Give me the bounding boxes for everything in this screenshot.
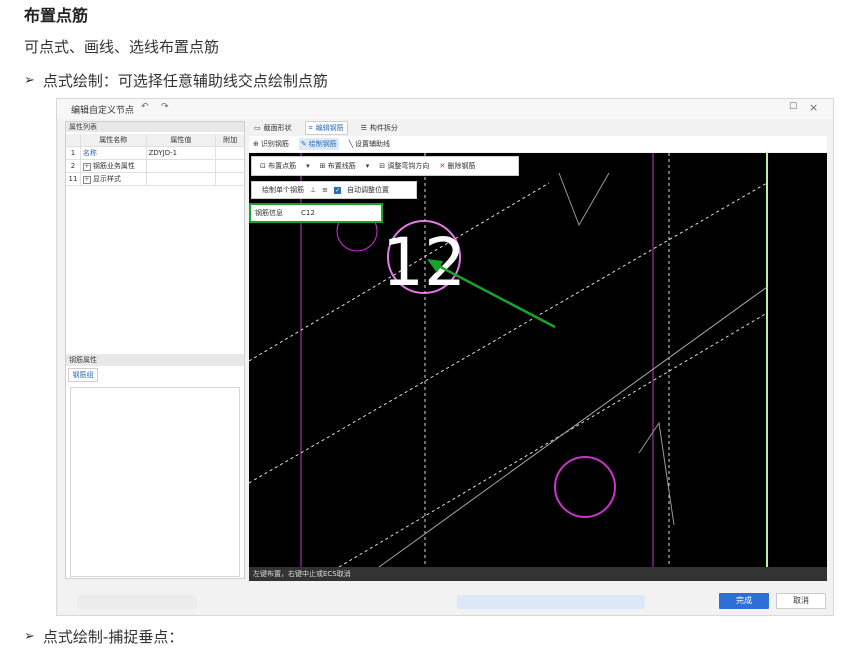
identify-rebar-button[interactable]: ⊕ 识别钢筋: [253, 139, 289, 149]
property-table: 属性名称 属性值 附加 1 名称 ZDYJD-1 2 + 钢筋业务属性 11 + 显…: [66, 134, 244, 186]
draw-rebar-button[interactable]: ✎ 绘制钢筋: [298, 138, 339, 150]
identify-icon: ⊕: [253, 140, 259, 148]
doc-bullet-2-text: 点式绘制-捕捉垂点：: [42, 628, 184, 646]
blurred-area: [457, 595, 645, 609]
place-point-button[interactable]: ⊡ 布置点筋: [260, 161, 296, 171]
doc-bullet-2: ➢ 点式绘制-捕捉垂点：: [24, 626, 183, 647]
doc-bullet-1-text: 点式绘制：可选择任意辅助线交点绘制点筋: [42, 72, 328, 90]
draw-icon: ✎: [300, 140, 307, 148]
editor-window: 编辑自定义节点 ↶ ↷ ☐ × 属性列表 属性名称 属性值 附加 1 名称 ZD…: [56, 98, 834, 616]
draw-options-toolbar: 绘制单个钢筋 ⊥ ≡ ✓ 自动调整位置: [251, 181, 417, 199]
rebar-icon: ⌗: [308, 123, 313, 132]
point-rebar-icon: ⊡: [260, 162, 266, 170]
doc-bullet-1: ➢ 点式绘制：可选择任意辅助线交点绘制点筋: [24, 70, 328, 91]
doc-title: 布置点筋: [24, 6, 89, 25]
perpendicular-icon[interactable]: ⊥: [310, 186, 316, 194]
main-tabs: ▭ 截面形状 ⌗ 编辑钢筋 ☰ 构件拆分: [251, 121, 401, 135]
title-bar: 编辑自定义节点 ↶ ↷ ☐ ×: [57, 99, 833, 119]
outline-line: [378, 286, 768, 567]
tab-edit-rebar[interactable]: ⌗ 编辑钢筋: [304, 121, 348, 135]
arrow-right-icon: ➢: [24, 73, 35, 88]
draw-single-button[interactable]: 绘制单个钢筋: [262, 185, 304, 195]
expand-icon[interactable]: +: [82, 176, 91, 184]
window-title: 编辑自定义节点: [71, 106, 135, 116]
auto-adjust-checkbox[interactable]: ✓: [333, 186, 341, 194]
column-header: 属性名称: [81, 134, 147, 146]
rebar-toolbar: ⊡ 布置点筋 ▾ ⊞ 布置线筋 ▾ ⊟ 调整弯钩方向 ✕ 删除钢筋: [251, 156, 519, 176]
redo-icon[interactable]: ↷: [161, 102, 169, 112]
property-list-title: 属性列表: [66, 122, 244, 132]
arrow-right-icon: ➢: [24, 629, 35, 644]
guide-line: [249, 182, 768, 484]
blurred-area: [77, 595, 197, 609]
dropdown-icon[interactable]: ▾: [366, 162, 370, 170]
rebar-group-area: [70, 387, 240, 577]
expand-icon[interactable]: +: [82, 163, 91, 171]
tab-rebar-group[interactable]: 钢筋组: [68, 368, 98, 382]
delete-icon: ✕: [439, 162, 446, 170]
table-header: 属性名称 属性值 附加: [66, 134, 244, 147]
rebar-label: 12: [382, 224, 466, 301]
cancel-button[interactable]: 取消: [776, 593, 826, 609]
adjust-hook-button[interactable]: ⊟ 调整弯钩方向: [379, 161, 429, 171]
finish-button[interactable]: 完成: [719, 593, 769, 609]
section-icon: ▭: [254, 124, 261, 132]
hook-icon: ⊟: [379, 162, 386, 170]
rebar-info-input[interactable]: C12: [301, 209, 315, 217]
doc-subtitle: 可点式、画线、选线布置点筋: [24, 38, 220, 56]
rebar-info-label: 钢筋信息: [255, 209, 283, 217]
rebar-props-title: 钢筋属性: [66, 354, 244, 366]
sub-toolbar: ⊕ 识别钢筋 ✎ 绘制钢筋 ╲ 设置辅助线: [249, 136, 827, 152]
drawing-canvas[interactable]: 12 ⊡ 布置点筋 ▾ ⊞ 布置线筋 ▾ ⊟ 调整弯钩方向 ✕ 删除钢筋 绘制单…: [249, 153, 827, 567]
tab-section-shape[interactable]: ▭ 截面形状: [251, 122, 295, 134]
place-line-button[interactable]: ⊞ 布置线筋: [320, 161, 356, 171]
guideline-icon: ╲: [348, 140, 353, 148]
dropdown-icon[interactable]: ▾: [306, 162, 310, 170]
rebar-info-field[interactable]: 钢筋信息 C12: [249, 203, 383, 223]
outline-shape: [558, 172, 610, 227]
maximize-icon[interactable]: ☐: [789, 102, 797, 112]
tab-split[interactable]: ☰ 构件拆分: [358, 122, 401, 134]
table-row[interactable]: 2 + 钢筋业务属性: [66, 160, 244, 173]
column-header: 附加: [223, 136, 238, 144]
property-panel: 属性列表 属性名称 属性值 附加 1 名称 ZDYJD-1 2 +钢筋业务属性: [65, 121, 245, 579]
auto-adjust-label: 自动调整位置: [346, 186, 389, 194]
set-guideline-button[interactable]: ╲ 设置辅助线: [349, 139, 390, 149]
parallel-icon[interactable]: ≡: [322, 186, 328, 194]
close-icon[interactable]: ×: [809, 101, 818, 114]
delete-rebar-button[interactable]: ✕ 删除钢筋: [439, 161, 475, 171]
rebar-circle: [554, 456, 616, 518]
line-rebar-icon: ⊞: [319, 162, 326, 170]
status-bar: 左键布置，右键中止或ECS取消: [249, 567, 827, 581]
split-icon: ☰: [360, 124, 367, 132]
undo-icon[interactable]: ↶: [141, 102, 149, 112]
table-row[interactable]: 11 + 显示样式: [66, 173, 244, 186]
column-header: 属性值: [147, 134, 217, 146]
table-row[interactable]: 1 名称 ZDYJD-1: [66, 147, 244, 160]
guide-line: [338, 312, 768, 567]
